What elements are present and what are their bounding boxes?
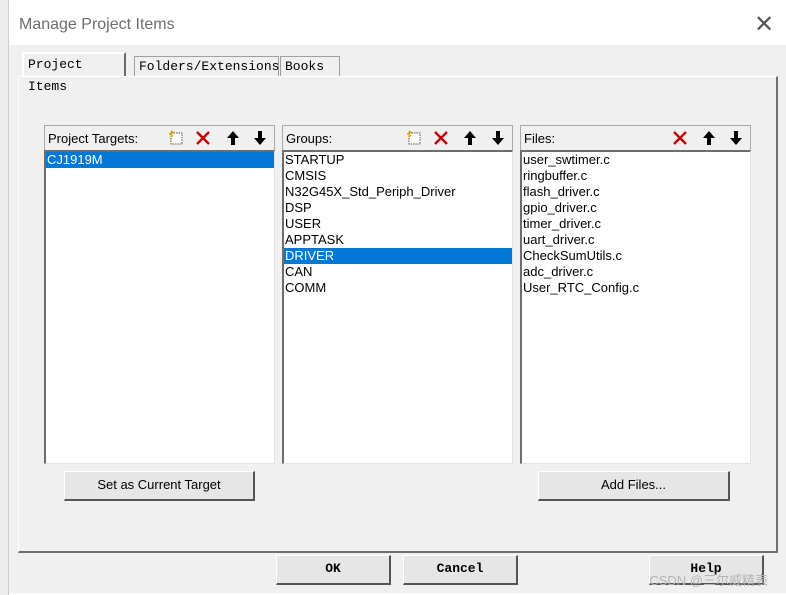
project-targets-label: Project Targets: (48, 131, 139, 146)
tab-project-items[interactable]: Project Items (22, 52, 126, 94)
arrow-down-icon[interactable] (488, 128, 508, 148)
list-item[interactable]: user_swtimer.c (522, 152, 750, 168)
list-item[interactable]: CJ1919M (46, 152, 274, 168)
new-item-icon[interactable] (167, 128, 187, 148)
arrow-down-icon[interactable] (250, 128, 270, 148)
arrow-up-icon[interactable] (460, 128, 480, 148)
delete-icon[interactable] (670, 128, 690, 148)
groups-list[interactable]: STARTUP CMSIS N32G45X_Std_Periph_Driver DSP… (282, 150, 513, 464)
tab-books[interactable]: Books (280, 56, 340, 76)
list-item[interactable]: N32G45X_Std_Periph_Driver (284, 184, 512, 200)
list-item[interactable]: timer_driver.c (522, 216, 750, 232)
list-item[interactable]: flash_driver.c (522, 184, 750, 200)
list-item[interactable]: COMM (284, 280, 512, 296)
project-targets-list[interactable]: CJ1919M (44, 150, 275, 464)
add-files-button[interactable]: Add Files... (538, 471, 730, 501)
delete-icon[interactable] (193, 128, 213, 148)
list-item[interactable]: APPTASK (284, 232, 512, 248)
groups-label: Groups: (286, 131, 333, 146)
new-item-icon[interactable] (405, 128, 425, 148)
groups-header: Groups: (282, 125, 513, 150)
tab-folders-extensions[interactable]: Folders/Extensions (134, 56, 279, 76)
list-item[interactable]: STARTUP (284, 152, 512, 168)
cancel-button[interactable]: Cancel (403, 555, 518, 585)
list-item[interactable]: gpio_driver.c (522, 200, 750, 216)
arrow-up-icon[interactable] (223, 128, 243, 148)
close-button[interactable]: ✕ (752, 11, 776, 37)
list-item[interactable]: User_RTC_Config.c (522, 280, 750, 296)
delete-icon[interactable] (431, 128, 451, 148)
title-bar: Manage Project Items ✕ (9, 5, 786, 45)
list-item[interactable]: USER (284, 216, 512, 232)
list-item[interactable]: adc_driver.c (522, 264, 750, 280)
set-as-current-target-button[interactable]: Set as Current Target (64, 471, 255, 501)
ok-button[interactable]: OK (276, 555, 391, 585)
arrow-up-icon[interactable] (699, 128, 719, 148)
list-item[interactable]: DRIVER (284, 248, 512, 264)
files-label: Files: (524, 131, 556, 146)
list-item[interactable]: CAN (284, 264, 512, 280)
arrow-down-icon[interactable] (726, 128, 746, 148)
list-item[interactable]: uart_driver.c (522, 232, 750, 248)
dialog-title: Manage Project Items (19, 16, 175, 33)
files-header: Files: (520, 125, 751, 150)
project-targets-header: Project Targets: (44, 125, 275, 150)
list-item[interactable]: DSP (284, 200, 512, 216)
list-item[interactable]: CMSIS (284, 168, 512, 184)
watermark: CSDN @三尔威精表 (649, 573, 768, 588)
list-item[interactable]: ringbuffer.c (522, 168, 750, 184)
list-item[interactable]: CheckSumUtils.c (522, 248, 750, 264)
files-list[interactable]: user_swtimer.c ringbuffer.c flash_driver.c… (520, 150, 751, 464)
